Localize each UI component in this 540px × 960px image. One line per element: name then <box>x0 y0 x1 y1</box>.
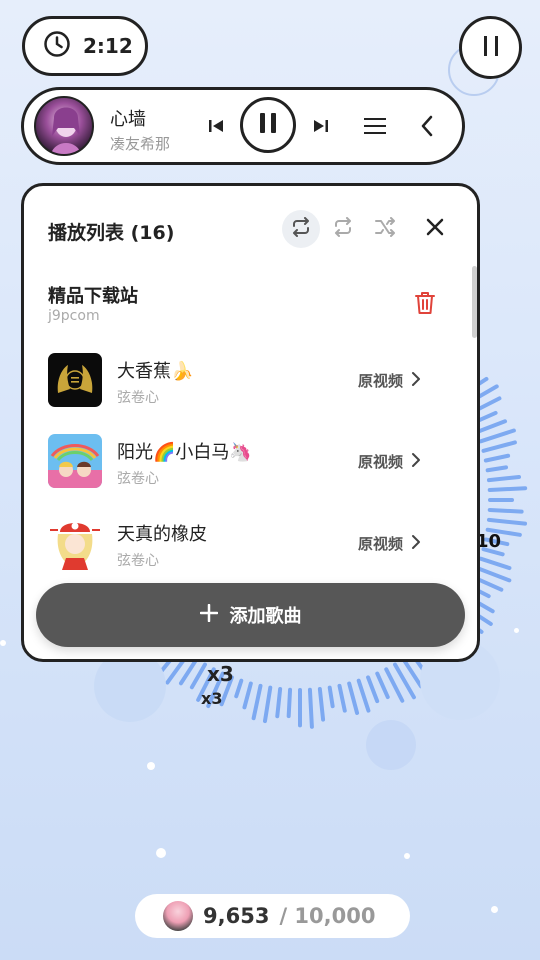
pause-icon <box>480 33 502 63</box>
song-artist: 凑友希那 <box>110 135 171 153</box>
menu-icon <box>363 116 387 140</box>
visualizer-bar <box>478 556 512 571</box>
visualizer-bar <box>242 681 253 710</box>
avatar <box>163 901 193 931</box>
close-icon <box>426 218 444 240</box>
collapse-button[interactable] <box>412 113 442 143</box>
chevron-left-icon <box>420 115 434 141</box>
previous-button[interactable] <box>202 114 230 142</box>
playlist-panel: 播放列表 (16) 精品下载站 j9pcom 大香蕉🍌 弦卷心 原视频 阳光🌈小… <box>21 183 480 662</box>
visualizer-bar <box>487 486 528 493</box>
visualizer-bar <box>286 687 293 719</box>
combo-counter: x3 <box>201 689 223 708</box>
skip-previous-icon <box>207 117 225 139</box>
song-row[interactable]: 阳光🌈小白马🦄 弦卷心 原视频 <box>48 434 458 496</box>
next-button[interactable] <box>307 114 335 142</box>
add-song-button[interactable]: 添加歌曲 <box>36 583 465 647</box>
bg-dot <box>0 640 6 646</box>
trash-icon <box>414 291 436 319</box>
song-title: 大香蕉🍌 <box>117 361 194 382</box>
mini-player: 心墙 凑友希那 <box>21 87 465 165</box>
chevron-right-icon <box>411 452 421 472</box>
visualizer-bar <box>337 683 347 713</box>
skip-next-icon <box>312 117 330 139</box>
visualizer-bar <box>307 687 314 729</box>
bg-dot <box>491 906 498 913</box>
playlist-button[interactable] <box>360 113 390 143</box>
shuffle-icon <box>374 217 396 241</box>
visualizer-bar <box>356 678 371 713</box>
bg-dot <box>514 628 519 633</box>
delete-button[interactable] <box>410 290 440 320</box>
bg-bubble <box>366 720 416 770</box>
visualizer-bar <box>251 683 263 721</box>
chevron-right-icon <box>411 534 421 554</box>
score-max: / 10,000 <box>279 904 376 928</box>
visualizer-bar <box>366 675 380 704</box>
visualizer-bar <box>189 662 207 690</box>
source-subtitle: j9pcom <box>48 308 100 324</box>
visualizer-bar <box>483 453 511 463</box>
source-name: 精品下载站 <box>48 286 138 307</box>
visualizer-bar <box>481 440 517 453</box>
add-song-label: 添加歌曲 <box>229 606 302 627</box>
original-video-label: 原视频 <box>358 453 404 471</box>
loop-mode-button[interactable] <box>282 210 320 248</box>
score-pill: 9,653 / 10,000 <box>135 894 410 938</box>
original-video-label: 原视频 <box>358 372 404 390</box>
bg-dot <box>156 848 166 858</box>
song-thumbnail <box>48 516 102 570</box>
timer-pill[interactable]: 2:12 <box>22 16 148 76</box>
bg-dot <box>147 762 155 770</box>
song-title: 天真的橡皮 <box>117 524 207 545</box>
pause-button[interactable] <box>459 16 522 79</box>
combo-counter: x3 <box>207 662 234 686</box>
song-row[interactable]: 天真的橡皮 弦卷心 原视频 <box>48 516 458 578</box>
scrollbar[interactable] <box>472 266 477 338</box>
visualizer-bar <box>375 671 390 700</box>
repeat-one-button[interactable] <box>324 210 362 248</box>
visualizer-bar <box>234 678 244 699</box>
repeat-icon <box>290 217 312 241</box>
visualizer-bar <box>487 507 524 514</box>
song-artist: 弦卷心 <box>117 471 159 487</box>
visualizer-bar <box>475 566 512 583</box>
visualizer-bar <box>347 681 360 715</box>
song-artist: 弦卷心 <box>117 390 159 406</box>
bg-dot <box>404 853 410 859</box>
visualizer-bar <box>486 474 522 483</box>
song-title: 阳光🌈小白马🦄 <box>117 442 252 463</box>
score-value: 9,653 <box>203 904 270 928</box>
visualizer-bar <box>475 419 508 434</box>
playlist-title: 播放列表 (16) <box>48 222 175 244</box>
visualizer-bar <box>485 465 509 473</box>
song-thumbnail <box>48 434 102 488</box>
timer-value: 2:12 <box>83 34 133 58</box>
play-pause-button[interactable] <box>240 97 296 153</box>
song-row[interactable]: 大香蕉🍌 弦卷心 原视频 <box>48 353 458 415</box>
album-art[interactable] <box>34 96 94 156</box>
plus-icon <box>199 603 218 626</box>
visualizer-bar <box>262 685 273 724</box>
close-panel-button[interactable] <box>416 210 454 248</box>
original-video-link[interactable]: 原视频 <box>358 451 421 472</box>
visualizer-bar <box>275 686 283 719</box>
visualizer-bar <box>478 428 516 444</box>
visualizer-bar <box>317 686 326 722</box>
original-video-link[interactable]: 原视频 <box>358 533 421 554</box>
visualizer-bar <box>327 685 335 709</box>
shuffle-button[interactable] <box>366 210 404 248</box>
song-thumbnail <box>48 353 102 407</box>
original-video-label: 原视频 <box>358 535 404 553</box>
clock-icon <box>43 30 71 62</box>
song-title: 心墙 <box>110 109 146 130</box>
original-video-link[interactable]: 原视频 <box>358 370 421 391</box>
chevron-right-icon <box>411 371 421 391</box>
visualizer-bar <box>486 517 528 526</box>
pause-icon <box>258 112 278 138</box>
repeat-one-icon <box>332 217 354 241</box>
song-artist: 弦卷心 <box>117 553 159 569</box>
